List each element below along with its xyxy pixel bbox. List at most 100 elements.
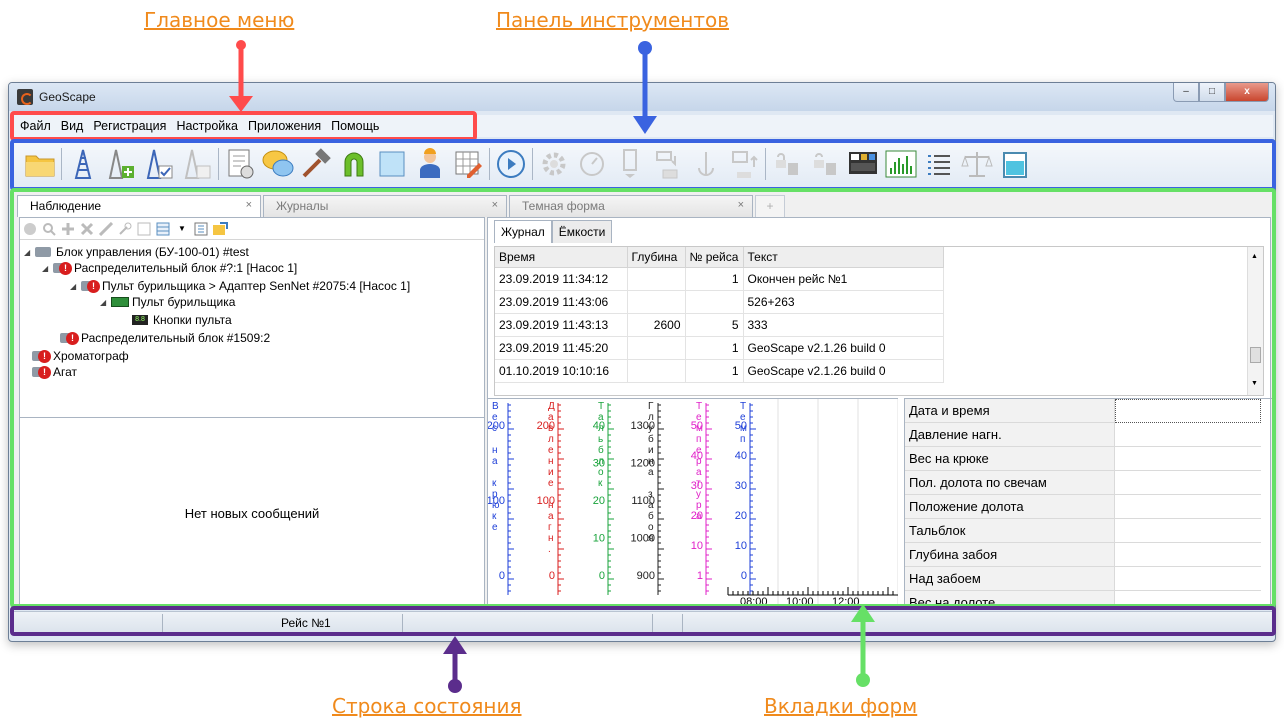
tree-item-agat[interactable]: ! Агат	[32, 364, 77, 380]
ruler-icon[interactable]	[98, 221, 114, 237]
magnet-icon[interactable]	[335, 145, 373, 183]
cell-depth	[627, 359, 686, 383]
table-row[interactable]: 01.10.2019 10:10:16 1 GeoScape v2.1.26 bui…	[495, 359, 944, 383]
subtab-journal[interactable]: Журнал	[494, 220, 552, 243]
close-tab-icon[interactable]: ×	[492, 199, 498, 211]
meter-disabled-icon[interactable]	[573, 145, 611, 183]
scale-tick-label: 10	[691, 540, 703, 552]
parameter-row[interactable]: Глубина забоя	[905, 543, 1272, 567]
column-header-text[interactable]: Текст	[743, 247, 944, 268]
column-header-trip[interactable]: № рейса	[685, 247, 744, 268]
parameter-row[interactable]: Над забоем	[905, 567, 1272, 591]
column-header-time[interactable]: Время	[495, 247, 628, 268]
tab-journals[interactable]: Журналы ×	[263, 195, 507, 217]
subtab-tanks[interactable]: Ёмкости	[551, 220, 613, 243]
parameter-row[interactable]: Положение долота	[905, 495, 1272, 519]
list-icon[interactable]	[920, 145, 958, 183]
export-icon[interactable]	[212, 221, 228, 237]
search-icon[interactable]	[41, 221, 57, 237]
rig-add-icon[interactable]	[102, 145, 140, 183]
minimize-button[interactable]: –	[1173, 83, 1199, 102]
tree-item-adapter[interactable]: ◢ ! Пульт бурильщика > Адаптер SenNet #2…	[70, 278, 410, 294]
tab-dark-form[interactable]: Темная форма ×	[509, 195, 753, 217]
tree-item-label: Блок управления (БУ-100-01) #test	[56, 245, 249, 259]
scroll-up-icon[interactable]: ▲	[1251, 253, 1258, 260]
properties-icon[interactable]	[136, 221, 152, 237]
scale-label-char: з	[648, 489, 653, 500]
close-tab-icon[interactable]: ×	[738, 199, 744, 211]
tree-item-distribution-2[interactable]: ! Распределительный блок #1509:2	[60, 330, 270, 346]
scale-label-char: б	[648, 433, 654, 445]
tree-item-panel[interactable]: ◢ Пульт бурильщика	[100, 294, 235, 310]
cup-disabled-icon[interactable]	[611, 145, 649, 183]
maximize-button[interactable]: □	[1199, 83, 1225, 102]
dropdown-arrow-icon[interactable]: ▼	[174, 221, 190, 237]
add-icon[interactable]	[60, 221, 76, 237]
parameter-row[interactable]: Давление нагн.	[905, 423, 1272, 447]
table-row[interactable]: 23.09.2019 11:34:12 1 Окончен рейс №1	[495, 267, 944, 291]
grid-icon[interactable]	[155, 221, 171, 237]
arrow-down-disabled-icon[interactable]	[649, 145, 687, 183]
scale-label-char: а	[696, 511, 702, 522]
tree-item-chromatograph[interactable]: ! Хроматограф	[32, 348, 129, 364]
close-button[interactable]: x	[1225, 83, 1269, 102]
rig-disabled-icon[interactable]	[178, 145, 216, 183]
table-edit-icon[interactable]	[449, 145, 487, 183]
lock-disabled-icon[interactable]	[768, 145, 806, 183]
tree-item-buttons[interactable]: 8.8 Кнопки пульта	[132, 312, 232, 328]
parameter-row[interactable]: Вес на долоте	[905, 591, 1272, 606]
status-cell-empty	[13, 613, 163, 632]
rig-icon[interactable]	[64, 145, 102, 183]
hammer-icon[interactable]	[297, 145, 335, 183]
wrench-icon[interactable]	[117, 221, 133, 237]
chat-icon[interactable]	[259, 145, 297, 183]
column-header-depth[interactable]: Глубина	[627, 247, 686, 268]
scales-icon[interactable]	[958, 145, 996, 183]
play-icon[interactable]	[492, 145, 530, 183]
cell-time: 23.09.2019 11:34:12	[495, 267, 628, 291]
parameter-row[interactable]: Дата и время	[905, 399, 1272, 423]
scale-label-char: а	[696, 467, 702, 478]
arrow-up-disabled-icon[interactable]	[725, 145, 763, 183]
tank-icon[interactable]	[996, 145, 1034, 183]
folder-icon[interactable]	[21, 145, 59, 183]
scale-tick-label: 30	[735, 480, 747, 492]
tab-observation[interactable]: Наблюдение ×	[17, 195, 261, 217]
cell-text: 526+263	[743, 290, 944, 314]
rig-check-icon[interactable]	[140, 145, 178, 183]
table-row[interactable]: 23.09.2019 11:43:06 526+263	[495, 290, 944, 314]
window-icon[interactable]	[373, 145, 411, 183]
tree-item-control-unit[interactable]: ◢ Блок управления (БУ-100-01) #test	[24, 244, 249, 260]
unlock-disabled-icon[interactable]	[806, 145, 844, 183]
add-tab-icon[interactable]: +	[755, 195, 785, 217]
device-toolbar: ▼	[20, 218, 484, 240]
columns-icon[interactable]	[193, 221, 209, 237]
menu-view[interactable]: Вид	[56, 117, 89, 135]
status-cell-empty	[653, 613, 683, 632]
table-row[interactable]: 23.09.2019 11:43:13 2600 5 333	[495, 313, 944, 337]
anchor-disabled-icon[interactable]	[687, 145, 725, 183]
dashboard-icon[interactable]	[844, 145, 882, 183]
scroll-down-icon[interactable]: ▼	[1251, 380, 1258, 387]
driller-icon[interactable]	[411, 145, 449, 183]
info-icon[interactable]	[22, 221, 38, 237]
parameter-row[interactable]: Вес на крюке	[905, 447, 1272, 471]
delete-icon[interactable]	[79, 221, 95, 237]
menu-file[interactable]: Файл	[15, 117, 56, 135]
scale-label-char: е	[740, 412, 746, 423]
scale-label-char: е	[696, 445, 702, 456]
parameter-row[interactable]: Тальблок	[905, 519, 1272, 543]
signal-chart-icon[interactable]	[882, 145, 920, 183]
status-pointer-arrow	[443, 636, 467, 693]
parameter-name: Вес на крюке	[905, 447, 1115, 471]
cell-time: 23.09.2019 11:43:13	[495, 313, 628, 337]
table-row[interactable]: 23.09.2019 11:45:20 1 GeoScape v2.1.26 bui…	[495, 336, 944, 360]
menu-registration[interactable]: Регистрация	[88, 117, 171, 135]
menu-help[interactable]: Помощь	[326, 117, 384, 135]
close-tab-icon[interactable]: ×	[246, 199, 252, 211]
report-icon[interactable]	[221, 145, 259, 183]
gear-disabled-icon[interactable]	[535, 145, 573, 183]
journal-scrollbar[interactable]: ▲ ▼	[1247, 247, 1263, 395]
tree-item-distribution-1[interactable]: ◢ ! Распределительный блок #?:1 [Насос 1…	[42, 260, 297, 276]
parameter-row[interactable]: Пол. долота по свечам	[905, 471, 1272, 495]
